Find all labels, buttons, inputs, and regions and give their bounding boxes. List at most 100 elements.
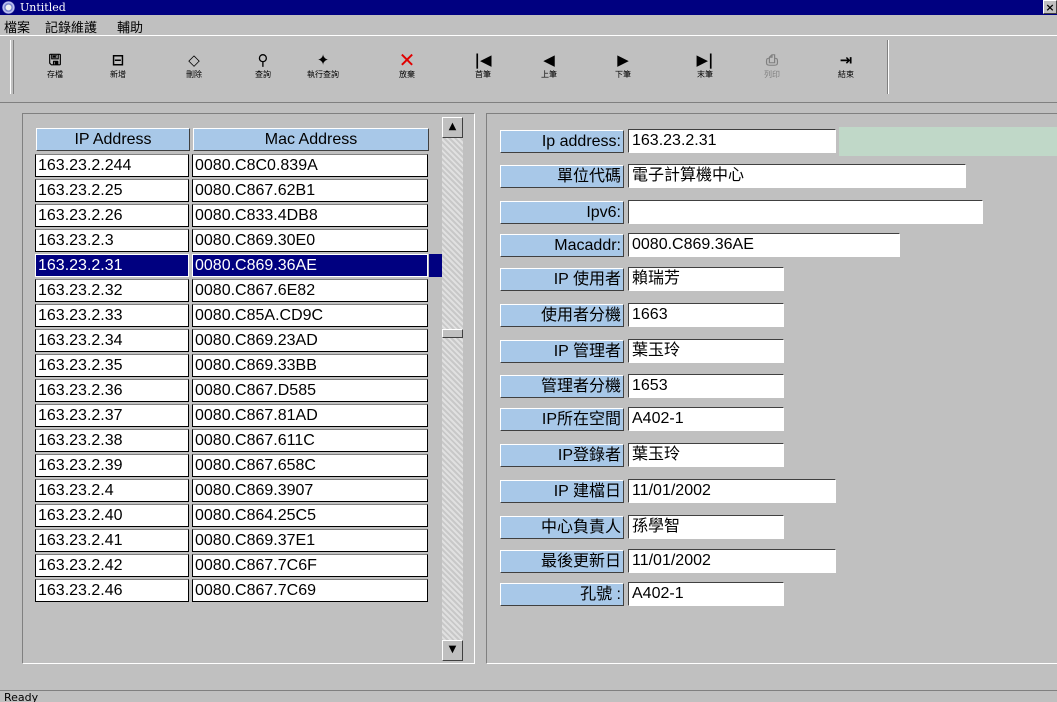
user-extension-field[interactable]: 1663 [628, 303, 784, 327]
toolbar-label: 存檔 [47, 70, 63, 79]
menu-record-maintenance[interactable]: 記錄維護 [45, 17, 97, 36]
close-button[interactable]: × [1043, 0, 1057, 14]
column-header-ip-address[interactable]: IP Address [36, 128, 190, 151]
ip-address-cell[interactable]: 163.23.2.244 [35, 154, 189, 177]
mac-address-cell[interactable]: 0080.C869.33BB [192, 354, 428, 377]
table-row[interactable]: 163.23.2.38 0080.C867.611C [35, 429, 445, 452]
query-button[interactable]: ⚲ 查詢 [240, 50, 286, 94]
table-row[interactable]: 163.23.2.36 0080.C867.D585 [35, 379, 445, 402]
table-row[interactable]: 163.23.2.39 0080.C867.658C [35, 454, 445, 477]
mac-address-cell[interactable]: 0080.C867.D585 [192, 379, 428, 402]
ip-manager-field[interactable]: 葉玉玲 [628, 339, 784, 363]
table-row[interactable]: 163.23.2.32 0080.C867.6E82 [35, 279, 445, 302]
column-header-mac-address[interactable]: Mac Address [193, 128, 429, 151]
mac-address-cell[interactable]: 0080.C867.7C69 [192, 579, 428, 602]
ip-address-cell[interactable]: 163.23.2.42 [35, 554, 189, 577]
mac-address-cell[interactable]: 0080.C8C0.839A [192, 154, 428, 177]
port-number-field[interactable]: A402-1 [628, 582, 784, 606]
ip-registrar-field[interactable]: 葉玉玲 [628, 443, 784, 467]
ip-address-cell[interactable]: 163.23.2.46 [35, 579, 189, 602]
table-row[interactable]: 163.23.2.244 0080.C8C0.839A [35, 154, 445, 177]
print-button[interactable]: ⎙ 列印 [749, 50, 795, 94]
next-record-button[interactable]: ▶ 下筆 [600, 50, 646, 94]
ip-address-cell[interactable]: 163.23.2.32 [35, 279, 189, 302]
mac-address-cell[interactable]: 0080.C867.81AD [192, 404, 428, 427]
ip-address-cell[interactable]: 163.23.2.31 [35, 254, 189, 277]
ip-address-cell[interactable]: 163.23.2.39 [35, 454, 189, 477]
ip-location-field[interactable]: A402-1 [628, 407, 784, 431]
ipv6-field[interactable] [628, 200, 983, 224]
ip-address-cell[interactable]: 163.23.2.35 [35, 354, 189, 377]
status-bar: Ready [0, 690, 1057, 702]
erase-button[interactable]: ◇ 刪除 [171, 50, 217, 94]
execute-query-button[interactable]: ✦ 執行查詢 [300, 50, 346, 94]
save-button[interactable]: 🖫 存檔 [32, 50, 78, 94]
last-updated-field[interactable]: 11/01/2002 [628, 549, 836, 573]
list-scrollbar[interactable]: ▲ ▼ [442, 117, 463, 661]
mac-address-cell[interactable]: 0080.C864.25C5 [192, 504, 428, 527]
ip-address-cell[interactable]: 163.23.2.25 [35, 179, 189, 202]
ip-location-label: IP所在空間 [500, 408, 624, 431]
menu-help[interactable]: 輔助 [117, 17, 143, 36]
mac-address-cell[interactable]: 0080.C85A.CD9C [192, 304, 428, 327]
app-icon [2, 1, 15, 14]
ip-address-cell[interactable]: 163.23.2.36 [35, 379, 189, 402]
mac-address-cell[interactable]: 0080.C867.611C [192, 429, 428, 452]
ip-address-cell[interactable]: 163.23.2.4 [35, 479, 189, 502]
mac-address-cell[interactable]: 0080.C867.62B1 [192, 179, 428, 202]
mac-address-cell[interactable]: 0080.C869.36AE [192, 254, 428, 277]
port-number-label: 孔號 : [500, 583, 624, 606]
mac-address-cell[interactable]: 0080.C867.658C [192, 454, 428, 477]
toolbar-label: 下筆 [615, 70, 631, 79]
cancel-button[interactable]: ✕ 放棄 [384, 50, 430, 94]
table-row[interactable]: 163.23.2.33 0080.C85A.CD9C [35, 304, 445, 327]
ip-created-date-field[interactable]: 11/01/2002 [628, 479, 836, 503]
ip-address-cell[interactable]: 163.23.2.38 [35, 429, 189, 452]
ip-address-cell[interactable]: 163.23.2.41 [35, 529, 189, 552]
table-row[interactable]: 163.23.2.31 0080.C869.36AE [35, 254, 445, 277]
ip-user-field[interactable]: 賴瑞芳 [628, 267, 784, 291]
toolbar-grip[interactable] [10, 40, 14, 94]
mac-address-cell[interactable]: 0080.C869.37E1 [192, 529, 428, 552]
first-record-button[interactable]: |◀ 首筆 [460, 50, 506, 94]
ip-address-field[interactable]: 163.23.2.31 [628, 129, 836, 153]
table-row[interactable]: 163.23.2.46 0080.C867.7C69 [35, 579, 445, 602]
ip-address-cell[interactable]: 163.23.2.33 [35, 304, 189, 327]
table-row[interactable]: 163.23.2.37 0080.C867.81AD [35, 404, 445, 427]
menu-file[interactable]: 檔案 [4, 17, 30, 36]
mac-address-cell[interactable]: 0080.C869.23AD [192, 329, 428, 352]
new-record-button[interactable]: ⊟ 新增 [95, 50, 141, 94]
scroll-thumb[interactable] [442, 329, 463, 338]
table-row[interactable]: 163.23.2.34 0080.C869.23AD [35, 329, 445, 352]
center-owner-field[interactable]: 孫學智 [628, 515, 784, 539]
ip-address-cell[interactable]: 163.23.2.34 [35, 329, 189, 352]
table-row[interactable]: 163.23.2.4 0080.C869.3907 [35, 479, 445, 502]
ip-address-cell[interactable]: 163.23.2.26 [35, 204, 189, 227]
ip-address-cell[interactable]: 163.23.2.3 [35, 229, 189, 252]
table-row[interactable]: 163.23.2.35 0080.C869.33BB [35, 354, 445, 377]
mac-address-cell[interactable]: 0080.C869.3907 [192, 479, 428, 502]
table-row[interactable]: 163.23.2.41 0080.C869.37E1 [35, 529, 445, 552]
mac-address-cell[interactable]: 0080.C869.30E0 [192, 229, 428, 252]
table-row[interactable]: 163.23.2.3 0080.C869.30E0 [35, 229, 445, 252]
table-row[interactable]: 163.23.2.40 0080.C864.25C5 [35, 504, 445, 527]
scroll-down-button[interactable]: ▼ [442, 640, 463, 661]
manager-extension-field[interactable]: 1653 [628, 374, 784, 398]
mac-address-cell[interactable]: 0080.C833.4DB8 [192, 204, 428, 227]
macaddr-field[interactable]: 0080.C869.36AE [628, 233, 900, 257]
mac-address-cell[interactable]: 0080.C867.6E82 [192, 279, 428, 302]
previous-record-button[interactable]: ◀ 上筆 [526, 50, 572, 94]
ip-registrar-label: IP登錄者 [500, 444, 624, 467]
scroll-up-button[interactable]: ▲ [442, 117, 463, 138]
center-owner-label: 中心負責人 [500, 516, 624, 539]
table-row[interactable]: 163.23.2.25 0080.C867.62B1 [35, 179, 445, 202]
table-row[interactable]: 163.23.2.26 0080.C833.4DB8 [35, 204, 445, 227]
toolbar-label: 新增 [110, 70, 126, 79]
last-record-button[interactable]: ▶| 末筆 [682, 50, 728, 94]
ip-address-cell[interactable]: 163.23.2.37 [35, 404, 189, 427]
table-row[interactable]: 163.23.2.42 0080.C867.7C6F [35, 554, 445, 577]
ip-address-cell[interactable]: 163.23.2.40 [35, 504, 189, 527]
unit-code-field[interactable]: 電子計算機中心 [628, 164, 966, 188]
mac-address-cell[interactable]: 0080.C867.7C6F [192, 554, 428, 577]
exit-button[interactable]: ⇥ 結束 [823, 50, 869, 94]
